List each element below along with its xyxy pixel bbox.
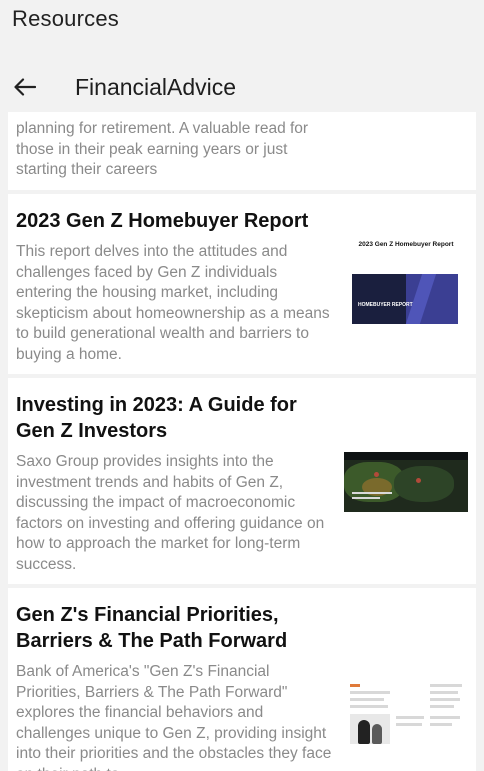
thumbnail-header-bar [344, 452, 468, 460]
thumbnail-berry [374, 472, 379, 477]
document-line [350, 691, 390, 694]
document-accent [350, 684, 360, 687]
thumbnail-foliage [394, 466, 454, 502]
app-title: Resources [12, 6, 119, 31]
card-title: 2023 Gen Z Homebuyer Report [16, 210, 309, 232]
card-description: Bank of America's "Gen Z's Financial Pri… [16, 663, 332, 771]
app-screen: Resources FinancialAdvice planning for r… [0, 0, 484, 771]
thumbnail-berry [416, 478, 421, 483]
card-text: 2023 Gen Z Homebuyer Report This report … [16, 208, 334, 365]
card-text: Gen Z's Financial Priorities, Barriers &… [16, 602, 334, 771]
card-description: This report delves into the attitudes an… [16, 243, 330, 363]
document-line [430, 698, 460, 701]
card-thumbnail[interactable] [344, 452, 468, 512]
resource-feed[interactable]: planning for retirement. A valuable read… [8, 112, 476, 771]
document-line [350, 698, 384, 701]
resource-card-homebuyer-report[interactable]: 2023 Gen Z Homebuyer Report This report … [8, 194, 476, 374]
card-thumbnail[interactable]: 2023 Gen Z Homebuyer Report HOMEBUYER RE… [344, 236, 468, 326]
nav-header: FinancialAdvice [0, 64, 484, 112]
card-description: Saxo Group provides insights into the in… [16, 453, 325, 573]
document-line [430, 684, 462, 687]
report-cover-image: HOMEBUYER REPORT [352, 274, 458, 324]
document-line [350, 705, 388, 708]
resource-card-partial[interactable]: planning for retirement. A valuable read… [8, 112, 476, 190]
document-photo-person [372, 724, 382, 744]
document-line [430, 723, 452, 726]
resource-card-financial-priorities[interactable]: Gen Z's Financial Priorities, Barriers &… [8, 588, 476, 771]
arrow-left-icon [14, 78, 36, 96]
document-line [430, 705, 454, 708]
resource-card-investing-guide[interactable]: Investing in 2023: A Guide for Gen Z Inv… [8, 378, 476, 584]
card-thumbnail[interactable] [344, 676, 468, 748]
cover-label: HOMEBUYER REPORT [358, 302, 413, 308]
document-line [396, 723, 422, 726]
document-photo [350, 714, 390, 744]
back-button[interactable] [10, 72, 40, 102]
document-line [430, 716, 460, 719]
page-title: FinancialAdvice [75, 74, 237, 100]
card-title: Gen Z's Financial Priorities, Barriers &… [16, 604, 288, 652]
document-line [396, 716, 424, 719]
document-line [430, 691, 458, 694]
thumbnail-text-line [352, 492, 392, 494]
card-description: planning for retirement. A valuable read… [16, 120, 309, 178]
card-text: Investing in 2023: A Guide for Gen Z Inv… [16, 392, 334, 575]
card-title: Investing in 2023: A Guide for Gen Z Inv… [16, 394, 297, 442]
thumbnail-caption: 2023 Gen Z Homebuyer Report [358, 241, 454, 248]
thumbnail-text-line [352, 497, 380, 499]
document-photo-person [358, 720, 370, 744]
